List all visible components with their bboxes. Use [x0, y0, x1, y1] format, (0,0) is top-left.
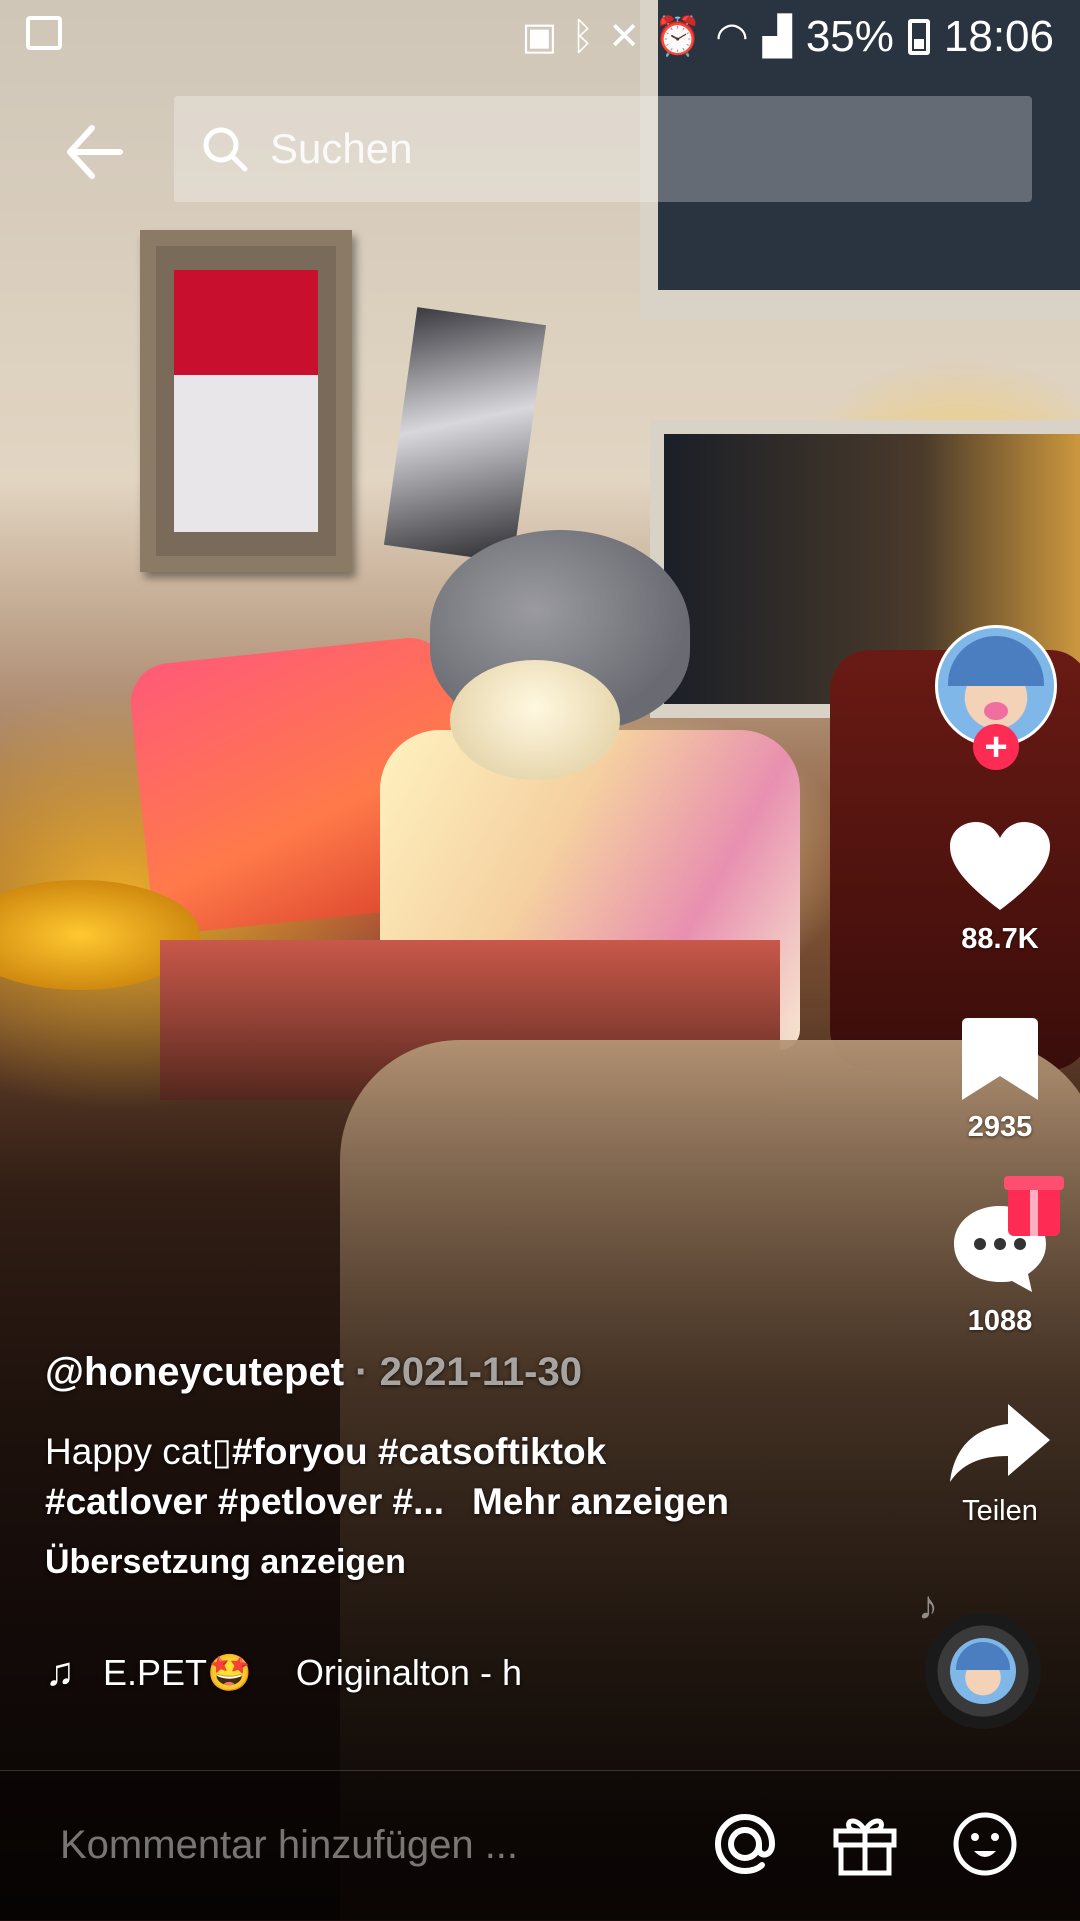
sound-marquee: E.PET🤩 Originalton - h	[103, 1652, 573, 1694]
bookmark-icon	[962, 1018, 1038, 1100]
bluetooth-icon: ᛒ	[571, 16, 595, 58]
more-button[interactable]: Mehr anzeigen	[472, 1481, 729, 1522]
comment-input[interactable]: Kommentar hinzufügen ...	[60, 1823, 518, 1868]
sound-info[interactable]: ♫ E.PET🤩 Originalton - h	[45, 1650, 573, 1695]
share-label: Teilen	[962, 1495, 1038, 1527]
status-bar: ▣ ᛒ ✕ ⏰ ◠ ▟ 35% 18:06	[0, 0, 1080, 72]
clock: 18:06	[943, 12, 1054, 61]
hashtags-line1[interactable]: #foryou #catsoftiktok	[232, 1431, 606, 1472]
floating-note-icon: ♪	[918, 1584, 938, 1628]
comment-count: 1088	[967, 1305, 1033, 1337]
mention-icon[interactable]	[710, 1809, 780, 1879]
gift-icon[interactable]	[1004, 1176, 1064, 1236]
sound-disc-avatar	[950, 1638, 1016, 1704]
sound-title: Originalton - h	[295, 1651, 522, 1693]
back-button[interactable]	[62, 120, 126, 184]
comment-bar: Kommentar hinzufügen ...	[0, 1770, 1080, 1921]
gift-box-icon[interactable]	[830, 1809, 900, 1879]
battery-icon	[907, 19, 930, 55]
description-text: Happy cat	[45, 1431, 212, 1472]
video-frame[interactable]	[0, 0, 1080, 1920]
music-note-icon: ♫	[45, 1650, 75, 1694]
alarm-icon: ⏰	[654, 16, 702, 58]
arrow-left-icon	[67, 125, 123, 179]
post-caption: @honeycutepet · 2021-11-30 Happy cat▯#fo…	[45, 1350, 805, 1582]
like-count: 88.7K	[961, 923, 1039, 955]
heart-icon	[950, 822, 1050, 910]
post-date: 2021-11-30	[379, 1350, 582, 1394]
wifi-icon: ◠	[715, 16, 749, 58]
translate-button[interactable]: Übersetzung anzeigen	[45, 1543, 805, 1582]
gallery-notification-icon	[26, 16, 62, 50]
white-cat	[450, 660, 620, 780]
date-separator: ·	[344, 1350, 380, 1394]
share-button[interactable]: Teilen	[940, 1404, 1060, 1528]
mute-icon: ✕	[608, 16, 641, 58]
signal-icon: ▟	[762, 16, 792, 58]
sound-disc[interactable]	[925, 1613, 1041, 1729]
emoji-icon[interactable]	[950, 1809, 1020, 1879]
hashtags-line2[interactable]: #catlover #petlover #...	[45, 1481, 444, 1522]
search-bar[interactable]: Suchen	[174, 96, 1032, 202]
battery-percent: 35%	[805, 12, 894, 61]
post-description: Happy cat▯#foryou #catsoftiktok #catlove…	[45, 1427, 805, 1527]
save-button[interactable]: 2935	[940, 1018, 1060, 1144]
battery-saver-icon: ▣	[521, 16, 558, 58]
save-count: 2935	[967, 1111, 1033, 1143]
plus-icon: +	[984, 725, 1008, 769]
like-button[interactable]: 88.7K	[940, 822, 1060, 956]
status-bar-right: ▣ ᛒ ✕ ⏰ ◠ ▟ 35% 18:06	[522, 12, 1054, 62]
author-line: @honeycutepet · 2021-11-30	[45, 1350, 805, 1395]
follow-button[interactable]: +	[973, 724, 1019, 770]
search-placeholder: Suchen	[270, 125, 413, 172]
picture-frame	[140, 230, 352, 572]
search-icon	[203, 127, 248, 172]
author-handle[interactable]: @honeycutepet	[45, 1350, 344, 1394]
poster	[383, 307, 547, 563]
sound-creator: E.PET🤩	[103, 1651, 252, 1693]
emoji-placeholder: ▯	[211, 1431, 232, 1472]
share-arrow-icon	[950, 1404, 1050, 1482]
